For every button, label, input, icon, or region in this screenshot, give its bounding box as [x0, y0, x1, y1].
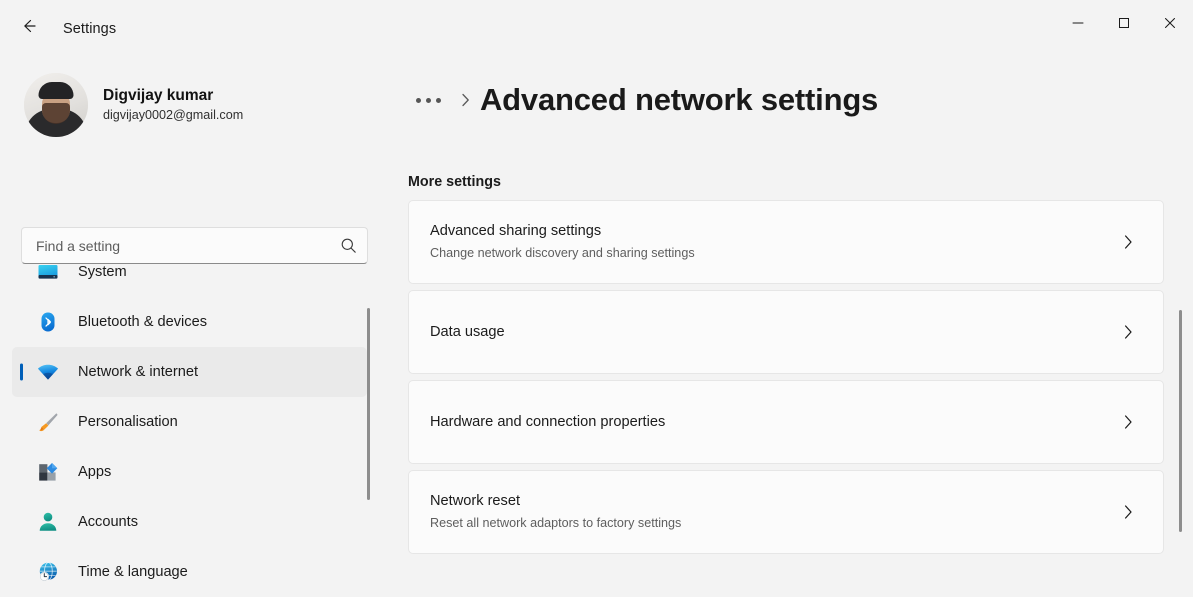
- close-icon: [1164, 17, 1176, 29]
- window-title: Settings: [63, 21, 117, 37]
- chevron-right-icon: [1115, 502, 1141, 522]
- main-content: Advanced network settings More settings …: [384, 48, 1193, 597]
- sidebar-item-label: Time & language: [78, 564, 188, 580]
- sidebar-item-label: System: [78, 264, 127, 280]
- sidebar-item-time-language[interactable]: Time & language: [12, 547, 367, 597]
- card-title: Data usage: [430, 323, 505, 340]
- profile-name: Digvijay kumar: [103, 87, 214, 105]
- sidebar-item-bluetooth-devices[interactable]: Bluetooth & devices: [12, 297, 367, 347]
- content-scrollbar[interactable]: [1179, 310, 1182, 532]
- monitor-icon: [35, 259, 61, 285]
- dot-icon: [436, 97, 441, 103]
- title-bar: Settings: [0, 0, 1193, 48]
- breadcrumb-separator: [459, 91, 472, 109]
- sidebar-item-label: Personalisation: [78, 414, 178, 430]
- sidebar-item-accounts[interactable]: Accounts: [12, 497, 367, 547]
- dot-icon: [416, 97, 421, 103]
- breadcrumb-overflow-button[interactable]: [408, 92, 449, 109]
- back-button[interactable]: [13, 12, 45, 40]
- card-title: Advanced sharing settings: [430, 223, 602, 240]
- chevron-right-icon: [1115, 232, 1141, 252]
- minimize-button[interactable]: [1055, 0, 1101, 46]
- sidebar-nav: System Bluetooth & devices Network & int…: [0, 247, 384, 597]
- card-hardware-and-connection-properties[interactable]: Hardware and connection properties: [408, 380, 1164, 464]
- page-title: Advanced network settings: [480, 82, 879, 117]
- person-icon: [35, 509, 61, 535]
- chevron-right-icon: [462, 93, 469, 107]
- sidebar-item-system[interactable]: System: [12, 247, 367, 297]
- apps-grid-icon: [35, 459, 61, 485]
- window-controls: [1055, 0, 1193, 46]
- card-advanced-sharing-settings[interactable]: Advanced sharing settings Change network…: [408, 200, 1164, 284]
- wifi-icon: [35, 359, 61, 385]
- card-subtitle: Reset all network adaptors to factory se…: [430, 516, 682, 531]
- selection-indicator: [20, 363, 23, 381]
- close-button[interactable]: [1147, 0, 1193, 46]
- minimize-icon: [1072, 22, 1084, 24]
- card-data-usage[interactable]: Data usage: [408, 290, 1164, 374]
- arrow-left-icon: [24, 19, 36, 33]
- sidebar-item-label: Network & internet: [78, 364, 199, 380]
- dot-icon: [426, 97, 431, 103]
- sidebar-item-label: Apps: [78, 464, 112, 480]
- settings-window: Settings Digvijay kumar digvijay0002@gma…: [0, 0, 1193, 597]
- globe-clock-icon: [35, 559, 61, 585]
- chevron-right-icon: [1115, 412, 1141, 432]
- sidebar-item-label: Bluetooth & devices: [78, 314, 207, 330]
- breadcrumb: Advanced network settings: [408, 76, 878, 124]
- sidebar-item-label: Accounts: [78, 514, 139, 530]
- maximize-button[interactable]: [1101, 0, 1147, 46]
- settings-card-list: Advanced sharing settings Change network…: [408, 200, 1164, 560]
- card-subtitle: Change network discovery and sharing set…: [430, 246, 695, 261]
- sidebar: Digvijay kumar digvijay0002@gmail.com Fi…: [0, 48, 384, 597]
- sidebar-item-personalisation[interactable]: Personalisation: [12, 397, 367, 447]
- card-network-reset[interactable]: Network reset Reset all network adaptors…: [408, 470, 1164, 554]
- profile-card[interactable]: Digvijay kumar digvijay0002@gmail.com: [21, 68, 366, 142]
- sidebar-item-network-internet[interactable]: Network & internet: [12, 347, 367, 397]
- bluetooth-icon: [35, 309, 61, 335]
- paintbrush-icon: [35, 409, 61, 435]
- sidebar-item-apps[interactable]: Apps: [12, 447, 367, 497]
- card-title: Network reset: [430, 493, 521, 510]
- section-label: More settings: [408, 174, 501, 190]
- avatar: [24, 73, 88, 137]
- card-title: Hardware and connection properties: [430, 413, 666, 430]
- profile-email: digvijay0002@gmail.com: [103, 107, 244, 122]
- chevron-right-icon: [1115, 322, 1141, 342]
- maximize-icon: [1119, 18, 1129, 28]
- sidebar-scrollbar[interactable]: [367, 308, 370, 500]
